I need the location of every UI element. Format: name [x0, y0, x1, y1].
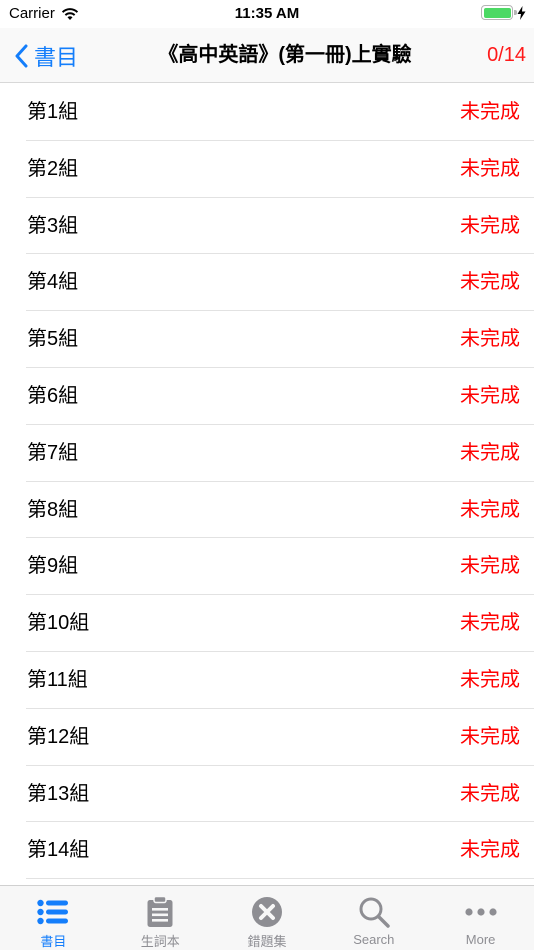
screen: Carrier 11:35 AM 書目 《高中英語》(第一冊)上實驗 0/14 …: [0, 0, 534, 950]
tab-more[interactable]: More: [427, 886, 534, 950]
chevron-left-icon: [15, 44, 28, 67]
tab-label: 生詞本: [140, 934, 180, 949]
status-label: 未完成: [460, 839, 520, 862]
list-item[interactable]: 第2組 未完成: [0, 141, 534, 198]
group-label: 第11組: [27, 668, 88, 691]
tab-mistakes[interactable]: 錯題集: [214, 886, 321, 950]
group-label: 第7組: [27, 441, 79, 464]
tab-label: 錯題集: [247, 934, 287, 949]
tab-search[interactable]: Search: [320, 886, 427, 950]
status-label: 未完成: [460, 384, 520, 407]
status-label: 未完成: [460, 725, 520, 748]
back-label: 書目: [34, 44, 79, 70]
status-label: 未完成: [460, 441, 520, 464]
status-label: 未完成: [460, 214, 520, 237]
tab-bar: 書目 生詞本 錯題集 Search More: [0, 885, 534, 950]
status-right: [481, 5, 526, 20]
group-label: 第6組: [27, 384, 79, 407]
list-item[interactable]: 第7組 未完成: [0, 425, 534, 482]
search-icon: [357, 895, 391, 929]
status-label: 未完成: [460, 328, 520, 351]
group-label: 第12組: [27, 725, 90, 748]
status-label: 未完成: [460, 157, 520, 180]
list-item[interactable]: 第6組 未完成: [0, 368, 534, 425]
status-label: 未完成: [460, 555, 520, 578]
group-label: 第4組: [27, 271, 79, 294]
page-title: 《高中英語》(第一冊)上實驗: [158, 44, 412, 66]
status-time: 11:35 AM: [234, 5, 300, 22]
group-label: 第14組: [27, 839, 90, 862]
back-button[interactable]: 書目: [14, 28, 78, 83]
clipboard-icon: [143, 895, 177, 928]
charging-icon: [517, 5, 526, 20]
list-item[interactable]: 第9組 未完成: [0, 538, 534, 595]
list-item[interactable]: 第14組 未完成: [0, 822, 534, 879]
status-label: 未完成: [460, 612, 520, 635]
list-item[interactable]: 第11組 未完成: [0, 652, 534, 709]
tab-label: 書目: [40, 934, 67, 949]
tab-books[interactable]: 書目: [0, 886, 107, 950]
list-item[interactable]: 第1組 未完成: [0, 84, 534, 141]
status-bar: Carrier 11:35 AM: [0, 0, 534, 28]
status-label: 未完成: [460, 668, 520, 691]
group-label: 第10組: [27, 612, 90, 635]
group-label: 第9組: [27, 555, 79, 578]
group-label: 第5組: [27, 328, 79, 351]
battery-icon: [481, 5, 517, 20]
status-label: 未完成: [460, 271, 520, 294]
list-item[interactable]: 第5組 未完成: [0, 311, 534, 368]
group-label: 第2組: [27, 157, 79, 180]
list-icon: [36, 895, 70, 928]
tab-label: More: [465, 932, 496, 947]
group-list: 第1組 未完成 第2組 未完成 第3組 未完成 第4組 未完成 第5組 未完成 …: [0, 84, 534, 879]
tab-vocabulary[interactable]: 生詞本: [107, 886, 214, 950]
list-item[interactable]: 第4組 未完成: [0, 254, 534, 311]
nav-bar: 書目 《高中英語》(第一冊)上實驗 0/14: [0, 28, 534, 83]
group-label: 第3組: [27, 214, 79, 237]
x-circle-icon: [250, 895, 284, 928]
progress-count: 0/14: [487, 44, 526, 66]
status-label: 未完成: [460, 498, 520, 521]
tab-label: Search: [353, 932, 395, 947]
status-label: 未完成: [460, 782, 520, 805]
list-item[interactable]: 第12組 未完成: [0, 709, 534, 766]
list-item[interactable]: 第8組 未完成: [0, 482, 534, 539]
status-label: 未完成: [460, 101, 520, 123]
list-item[interactable]: 第10組 未完成: [0, 595, 534, 652]
group-label: 第8組: [27, 498, 79, 521]
list-item[interactable]: 第3組 未完成: [0, 198, 534, 255]
list-item[interactable]: 第13組 未完成: [0, 766, 534, 823]
group-label: 第13組: [27, 782, 90, 805]
more-icon: [464, 895, 498, 929]
group-label: 第1組: [27, 101, 79, 123]
